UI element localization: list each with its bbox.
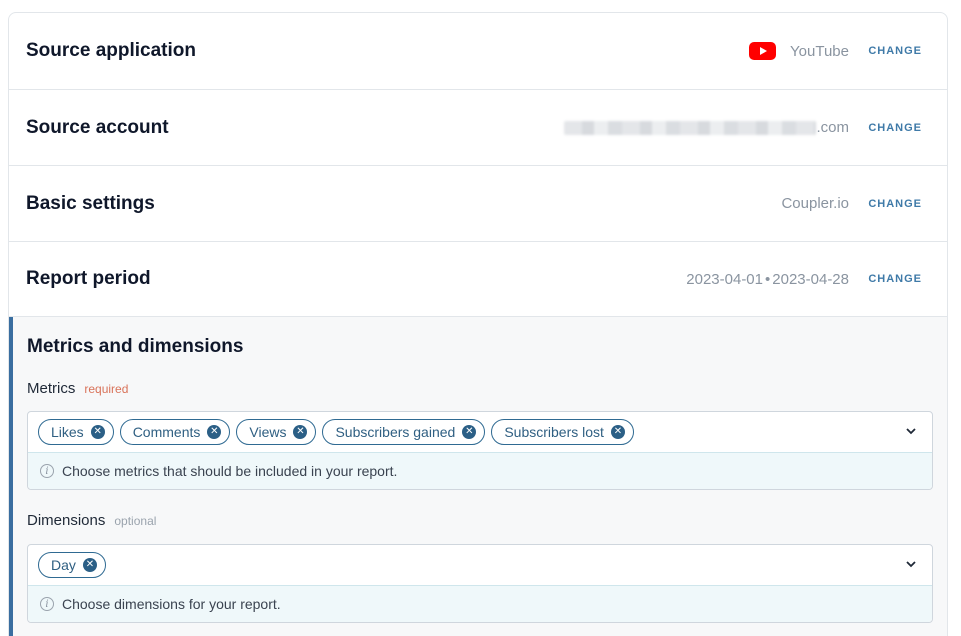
metrics-dimensions-section: Metrics and dimensions Metrics required …	[9, 317, 947, 636]
chip-label: Subscribers gained	[335, 424, 456, 440]
change-basic-settings-button[interactable]: CHANGE	[868, 198, 922, 210]
source-application-name: YouTube	[790, 42, 849, 60]
report-period-start: 2023-04-01	[686, 270, 763, 288]
chevron-down-icon[interactable]	[904, 557, 918, 571]
redacted-email	[564, 120, 817, 135]
remove-chip-icon[interactable]: ✕	[610, 425, 625, 439]
remove-chip-icon[interactable]: ✕	[207, 425, 222, 439]
chip-label: Comments	[132, 424, 201, 440]
change-source-application-button[interactable]: CHANGE	[868, 45, 922, 57]
change-report-period-button[interactable]: CHANGE	[868, 273, 922, 285]
metrics-chip-list[interactable]: Likes ✕ Comments ✕ Views ✕ Subscribers gained ✕…	[28, 412, 932, 452]
chip[interactable]: Day ✕	[38, 552, 106, 578]
chip[interactable]: Likes ✕	[38, 419, 114, 445]
report-period-end: 2023-04-28	[772, 270, 849, 288]
source-account-title: Source account	[26, 116, 169, 138]
chip-label: Views	[249, 424, 287, 440]
required-tag: required	[84, 382, 129, 396]
info-icon: i	[40, 597, 54, 611]
chip[interactable]: Subscribers gained ✕	[322, 419, 486, 445]
chip-label: Subscribers lost	[504, 424, 604, 440]
report-period-title: Report period	[26, 268, 151, 289]
report-period-row: Report period 2023-04-01 • 2023-04-28 CH…	[9, 242, 947, 317]
info-icon: i	[40, 464, 54, 478]
metrics-hint-text: Choose metrics that should be included i…	[62, 463, 398, 479]
metrics-dimensions-title: Metrics and dimensions	[27, 336, 244, 357]
remove-chip-icon[interactable]: ✕	[82, 558, 97, 572]
basic-settings-title: Basic settings	[26, 192, 155, 214]
dimensions-hint: i Choose dimensions for your report.	[28, 585, 932, 622]
chip[interactable]: Views ✕	[236, 419, 317, 445]
remove-chip-icon[interactable]: ✕	[293, 425, 308, 439]
change-source-account-button[interactable]: CHANGE	[868, 122, 922, 134]
source-account-row: Source account .com CHANGE	[9, 90, 947, 166]
source-account-value: .com	[564, 119, 849, 136]
connection-settings-card: Source application YouTube CHANGE Source…	[8, 12, 948, 636]
chip-label: Day	[51, 557, 76, 573]
dimensions-hint-text: Choose dimensions for your report.	[62, 596, 281, 612]
basic-settings-row: Basic settings Coupler.io CHANGE	[9, 166, 947, 242]
source-application-title: Source application	[26, 40, 196, 61]
metrics-hint: i Choose metrics that should be included…	[28, 452, 932, 489]
chip[interactable]: Comments ✕	[119, 419, 231, 445]
dimensions-select[interactable]: Day ✕ i Choose dimensions for your report…	[27, 544, 933, 623]
source-account-domain: .com	[816, 119, 849, 136]
chip[interactable]: Subscribers lost ✕	[491, 419, 634, 445]
metrics-label: Metrics required	[27, 380, 128, 397]
youtube-icon	[749, 42, 777, 60]
optional-tag: optional	[114, 514, 157, 528]
remove-chip-icon[interactable]: ✕	[90, 425, 105, 439]
chip-label: Likes	[51, 424, 84, 440]
dimensions-chip-list[interactable]: Day ✕	[28, 545, 932, 585]
report-period-value: 2023-04-01 • 2023-04-28	[686, 271, 849, 288]
dimensions-label-text: Dimensions	[27, 512, 106, 529]
remove-chip-icon[interactable]: ✕	[462, 425, 477, 439]
metrics-label-text: Metrics	[27, 380, 76, 397]
basic-settings-value: Coupler.io	[781, 195, 849, 212]
chevron-down-icon[interactable]	[904, 424, 918, 438]
metrics-select[interactable]: Likes ✕ Comments ✕ Views ✕ Subscribers gained ✕…	[27, 411, 933, 490]
dimensions-label: Dimensions optional	[27, 512, 156, 529]
report-period-separator: •	[765, 270, 771, 288]
source-application-value: YouTube	[749, 42, 849, 60]
source-application-row: Source application YouTube CHANGE	[9, 13, 947, 90]
